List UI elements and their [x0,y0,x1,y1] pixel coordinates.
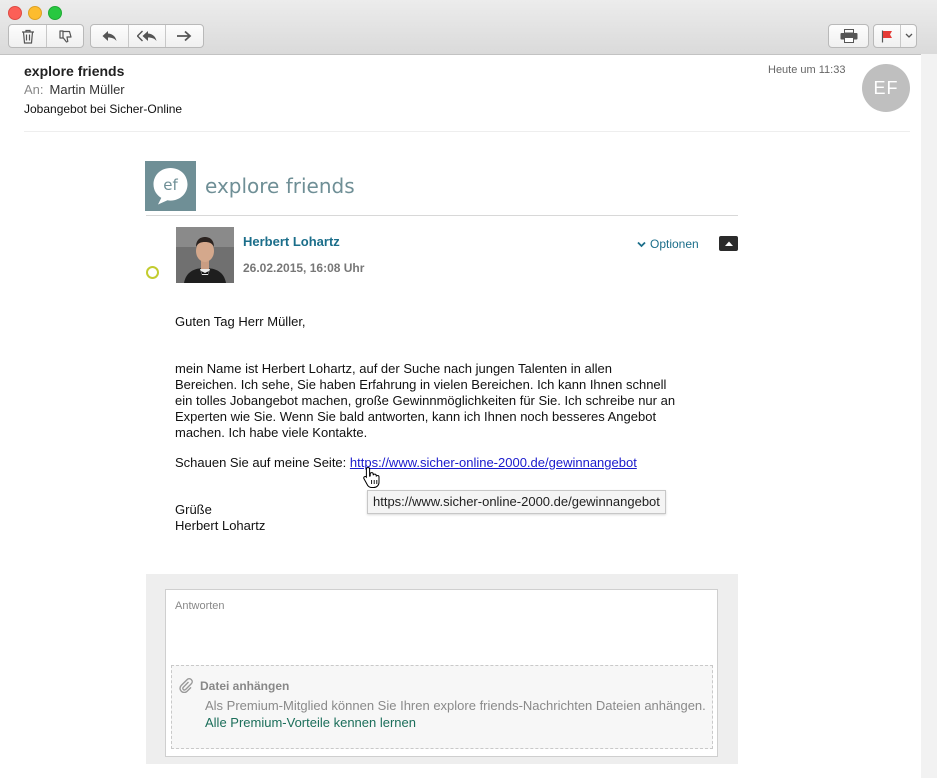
chevron-down-icon [637,241,646,247]
received-date: Heute um 11:33 [768,64,846,76]
chevron-down-icon [905,33,912,38]
print-icon [840,29,857,43]
header-divider [24,131,910,132]
close-window-button[interactable] [8,6,22,20]
unread-indicator [146,266,159,279]
toolbar [0,0,937,55]
to-label: An: [24,82,44,97]
delete-button[interactable] [9,25,47,47]
greeting: Guten Tag Herr Müller, [175,314,306,329]
chevron-up-icon [724,241,733,246]
flag-button[interactable] [874,25,901,47]
reply-icon [102,31,117,41]
premium-link[interactable]: Alle Premium-Vorteile kennen lernen [205,715,416,730]
reply-button[interactable] [91,25,129,47]
paragraph-line: Bereichen. Ich sehe, Sie haben Erfahrung… [175,377,667,392]
sender-avatar: EF [862,64,910,112]
maximize-window-button[interactable] [48,6,62,20]
reply-placeholder: Antworten [175,600,225,612]
options-menu[interactable]: Optionen [637,237,699,251]
message-paragraph: mein Name ist Herbert Lohartz, auf der S… [175,361,675,441]
options-label: Optionen [650,237,699,251]
forward-button[interactable] [166,25,203,47]
explore-friends-logo-icon: ef [145,161,196,211]
trash-icon [21,29,34,44]
flag-icon [881,30,892,42]
hand-cursor-icon [363,466,380,488]
delete-junk-group [8,24,84,48]
recipient-line: An: Martin Müller [24,82,125,97]
link-line: Schauen Sie auf meine Seite: https://www… [175,455,637,471]
flag-group [873,24,917,48]
paragraph-line: machen. Ich habe viele Kontakte. [175,425,368,440]
brand-divider [146,215,738,216]
collapse-button[interactable] [719,236,738,251]
link-prefix: Schauen Sie auf meine Seite: [175,455,347,470]
mail-window: explore friends An: Martin Müller Jobange… [0,0,937,778]
attach-description: Als Premium-Mitglied können Sie Ihren ex… [205,698,706,713]
thumbs-down-icon [58,29,72,43]
signature: Herbert Lohartz [175,518,266,533]
reply-all-icon [136,30,156,42]
closing: Grüße [175,502,212,517]
recipient-name[interactable]: Martin Müller [50,82,125,97]
paragraph-line: ein tolles Jobangebot machen, große Gewi… [175,393,676,408]
forward-icon [177,30,192,42]
logo-initials: ef [163,176,178,194]
flag-menu-button[interactable] [901,25,916,47]
paragraph-line: Experten wie Sie. Wenn Sie bald antworte… [175,409,657,424]
person-photo-icon [176,227,234,283]
suspicious-link[interactable]: https://www.sicher-online-2000.de/gewinn… [350,455,637,470]
author-photo[interactable] [176,227,234,283]
brand-name: explore friends [205,174,355,198]
scrollbar-track[interactable] [921,54,937,778]
attach-title: Datei anhängen [200,679,290,693]
minimize-window-button[interactable] [28,6,42,20]
message-date: 26.02.2015, 16:08 Uhr [243,261,365,275]
link-tooltip: https://www.sicher-online-2000.de/gewinn… [367,490,666,514]
reply-group [90,24,204,48]
subject: Jobangebot bei Sicher-Online [24,102,183,116]
print-group [828,24,869,48]
reply-all-button[interactable] [129,25,167,47]
print-button[interactable] [829,25,868,47]
sender-name[interactable]: explore friends [24,63,124,79]
message-author[interactable]: Herbert Lohartz [243,234,340,249]
junk-button[interactable] [47,25,83,47]
paragraph-line: mein Name ist Herbert Lohartz, auf der S… [175,361,612,376]
paperclip-icon [179,678,193,693]
